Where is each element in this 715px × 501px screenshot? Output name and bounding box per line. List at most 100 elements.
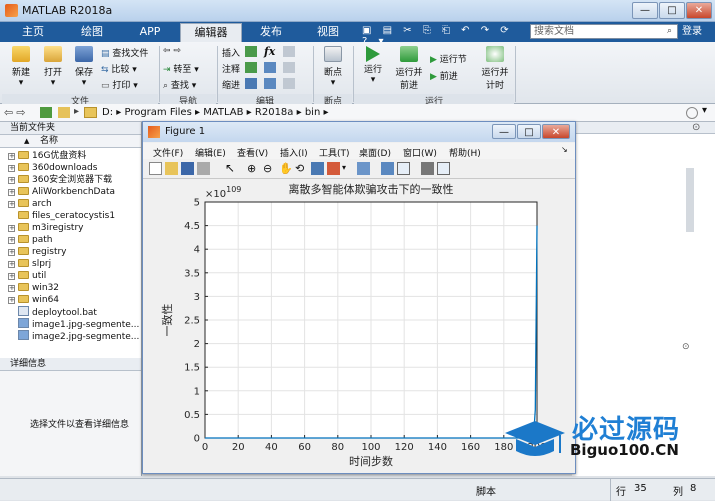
new-button[interactable]: 新建 ▾ [6, 46, 36, 88]
dock-arrow-icon[interactable]: ↘ [561, 145, 568, 154]
list-item[interactable]: + AliWorkbenchData [8, 186, 141, 198]
login-link[interactable]: 登录 [682, 24, 702, 39]
save-figure-icon[interactable] [181, 162, 194, 175]
expand-icon[interactable]: + [8, 225, 15, 232]
nav-back-forward-icons[interactable]: ⇦⇨ [4, 106, 28, 119]
list-item[interactable]: + m3iregistry [8, 222, 141, 234]
pane-menu-icon[interactable]: ⊙ [682, 342, 712, 352]
show-plot-tools-icon[interactable] [437, 162, 450, 175]
pan-icon[interactable]: ✋ [279, 162, 293, 175]
new-figure-icon[interactable] [149, 162, 162, 175]
tab-publish[interactable]: 发布 [244, 23, 298, 42]
list-item[interactable]: + path [8, 234, 141, 246]
hide-plot-tools-icon[interactable] [421, 162, 434, 175]
breadcrumb-item[interactable]: MATLAB [203, 107, 243, 118]
list-item[interactable]: image1.jpg-segmente... [8, 318, 141, 330]
breadcrumb-item[interactable]: bin [305, 107, 320, 118]
tab-apps[interactable]: APP [122, 23, 178, 42]
expand-icon[interactable]: + [8, 237, 15, 244]
expand-icon[interactable]: + [8, 189, 15, 196]
tab-plots[interactable]: 绘图 [64, 23, 120, 42]
name-column-header[interactable]: ▲ 名称 [0, 135, 141, 148]
list-item[interactable]: deploytool.bat [8, 306, 141, 318]
browse-folder-icon[interactable] [58, 107, 70, 118]
menu-view[interactable]: 查看(V) [237, 146, 268, 159]
address-search-icon[interactable] [686, 107, 698, 119]
comment-percent-icon[interactable] [245, 62, 257, 73]
expand-icon[interactable]: + [8, 177, 15, 184]
tab-editor[interactable]: 编辑器 [180, 23, 242, 42]
list-item[interactable]: +16G优盘资料 [8, 150, 141, 162]
goto-button[interactable]: ⇥ 转至 ▾ [163, 62, 213, 75]
pointer-icon[interactable]: ↖ [225, 162, 238, 175]
menu-help[interactable]: 帮助(H) [449, 146, 481, 159]
list-item[interactable]: +files_ceratocystis1 [8, 210, 141, 222]
advance-button[interactable]: ▶ 前进 [430, 69, 478, 82]
maximize-button[interactable]: □ [659, 2, 685, 19]
menu-tools[interactable]: 工具(T) [319, 146, 350, 159]
close-button[interactable]: ✕ [686, 2, 712, 19]
fx-button[interactable]: fx [264, 45, 275, 58]
colorbar-icon[interactable] [381, 162, 394, 175]
search-icon[interactable]: ⌕ [667, 26, 677, 36]
list-item[interactable]: + slprj [8, 258, 141, 270]
menu-window[interactable]: 窗口(W) [403, 146, 437, 159]
run-advance-button[interactable]: 运行并前进 [392, 46, 426, 91]
link-plot-icon[interactable] [357, 162, 370, 175]
open-button[interactable]: 打开 ▾ [38, 46, 68, 88]
breadcrumb[interactable]: D: ▸ Program Files ▸ MATLAB ▸ R2018a ▸ b… [102, 106, 328, 119]
quick-access-toolbar[interactable]: ▣ ▤ ✂ ⎘ ⎗ ↶ ↷ ⟳ ? ▾ [362, 25, 522, 47]
tab-home[interactable]: 主页 [4, 23, 62, 42]
breadcrumb-item[interactable]: D: [102, 107, 113, 118]
expand-icon[interactable]: + [8, 153, 15, 160]
decrease-indent-icon[interactable] [283, 78, 295, 89]
maximize-button[interactable]: □ [517, 124, 541, 139]
expand-icon[interactable]: + [8, 249, 15, 256]
scrollbar[interactable] [686, 168, 694, 232]
indent-button[interactable]: 缩进 [222, 78, 240, 91]
print-button[interactable]: ▭ 打印 ▾ [101, 78, 156, 91]
smart-indent-icon[interactable] [264, 78, 276, 89]
nav-arrows[interactable]: ⇦ ⇨ [163, 46, 213, 56]
address-dropdown-icon[interactable]: ▾ [702, 105, 707, 116]
list-item[interactable]: + registry [8, 246, 141, 258]
expand-icon[interactable]: + [8, 273, 15, 280]
brush-icon[interactable] [327, 162, 340, 175]
minimize-button[interactable]: — [632, 2, 658, 19]
minimize-button[interactable]: — [492, 124, 516, 139]
zoom-out-icon[interactable]: ⊖ [263, 162, 276, 175]
indent-icon[interactable] [245, 78, 257, 89]
expand-icon[interactable]: + [8, 285, 15, 292]
find-files-button[interactable]: ▤ 查找文件 [101, 46, 156, 59]
run-time-button[interactable]: 运行并计时 [478, 46, 512, 91]
zoom-in-icon[interactable]: ⊕ [247, 162, 260, 175]
search-input[interactable]: 搜索文档 [530, 24, 678, 39]
close-button[interactable]: ✕ [542, 124, 570, 139]
list-item[interactable]: + win64 [8, 294, 141, 306]
breakpoints-button[interactable]: 断点 ▾ [318, 46, 348, 88]
list-item[interactable]: +360downloads [8, 162, 141, 174]
insert-button[interactable]: 插入 [222, 46, 240, 59]
uncomment-icon[interactable] [283, 62, 295, 73]
expand-icon[interactable]: + [8, 261, 15, 268]
edit-option-icon[interactable] [283, 46, 295, 57]
breadcrumb-item[interactable]: R2018a [255, 107, 294, 118]
menu-file[interactable]: 文件(F) [153, 146, 183, 159]
compare-button[interactable]: ⇆ 比较 ▾ [101, 62, 156, 75]
insert-section-icon[interactable] [245, 46, 257, 57]
data-cursor-icon[interactable] [311, 162, 324, 175]
pane-menu-icon[interactable]: ⊙ [692, 122, 700, 133]
expand-icon[interactable]: + [8, 201, 15, 208]
expand-icon[interactable]: + [8, 165, 15, 172]
brush-dropdown-icon[interactable]: ▾ [342, 163, 346, 172]
menu-edit[interactable]: 编辑(E) [195, 146, 226, 159]
folder-up-icon[interactable] [40, 107, 52, 118]
save-button[interactable]: 保存 ▾ [70, 46, 98, 88]
details-header[interactable]: 详细信息 [0, 358, 141, 371]
run-section-button[interactable]: ▶ 运行节 [430, 52, 478, 65]
menu-insert[interactable]: 插入(I) [280, 146, 308, 159]
expand-icon[interactable]: + [8, 297, 15, 304]
list-item[interactable]: image2.jpg-segmente... [8, 330, 141, 342]
print-figure-icon[interactable] [197, 162, 210, 175]
breadcrumb-item[interactable]: Program Files [124, 107, 191, 118]
